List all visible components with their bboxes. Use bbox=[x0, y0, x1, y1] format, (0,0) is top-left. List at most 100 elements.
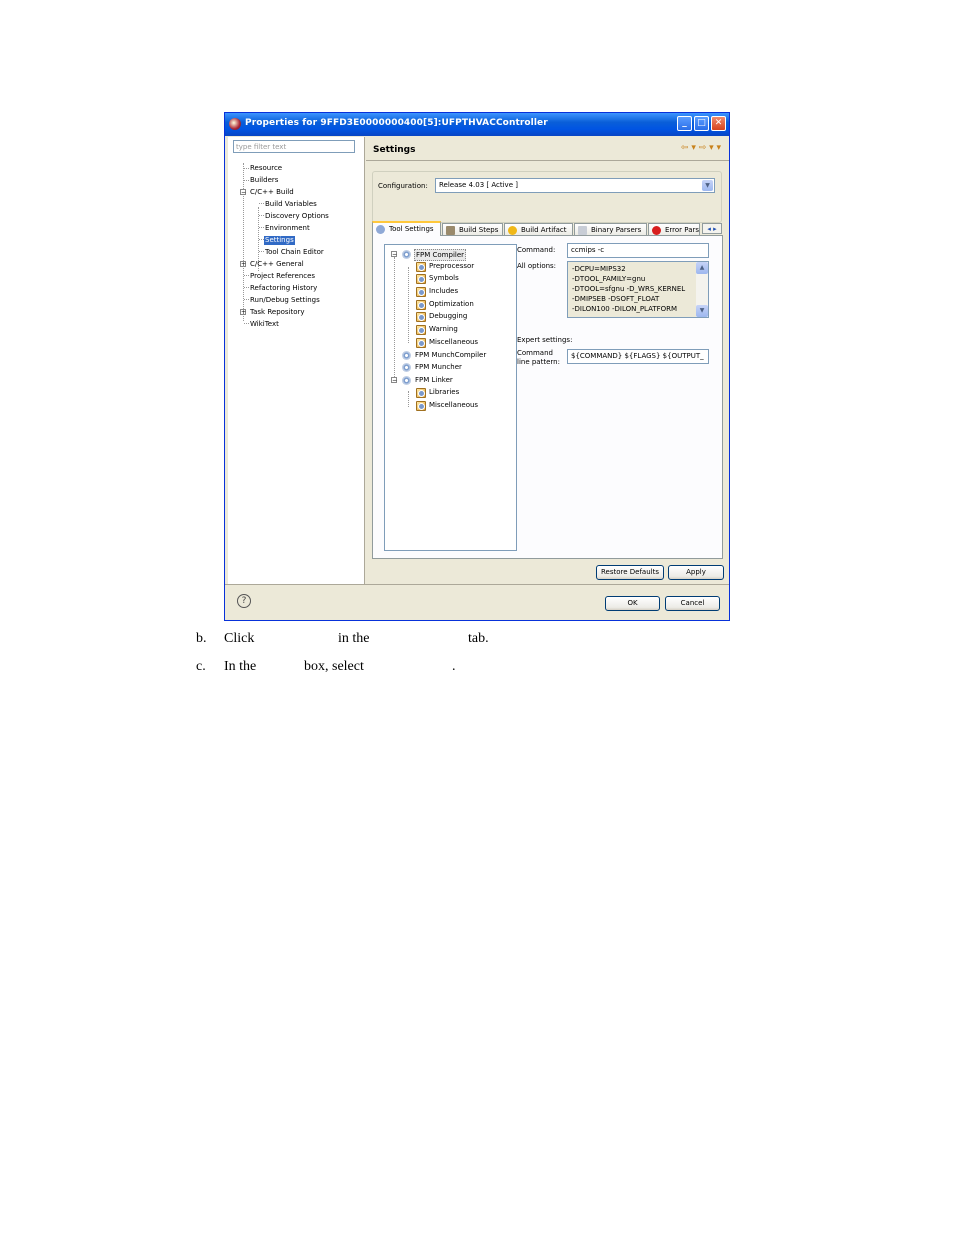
title-bar[interactable]: Properties for 9FFD3E0000000400[5]:UFPTH… bbox=[225, 113, 729, 136]
tree-node-optimization[interactable]: Optimization bbox=[429, 299, 474, 309]
all-options-label: All options: bbox=[517, 262, 557, 270]
tree-node-libraries[interactable]: Libraries bbox=[429, 387, 459, 397]
sidebar-item-environment[interactable]: Environment bbox=[265, 224, 310, 233]
tab-label: Tool Settings bbox=[389, 225, 434, 233]
tree-node-fpm-munchcompiler[interactable]: FPM MunchCompiler bbox=[415, 350, 486, 360]
sidebar-item-discovery-options[interactable]: Discovery Options bbox=[265, 212, 329, 221]
trophy-icon bbox=[508, 226, 517, 235]
step-b-text: in the bbox=[338, 631, 370, 646]
sidebar-item-task-repository[interactable]: Task Repository bbox=[250, 308, 305, 317]
option-line: -DMIPSEB -DSOFT_FLOAT bbox=[572, 295, 660, 303]
tab-label: Build Steps bbox=[459, 226, 499, 234]
sidebar-item-run-debug-settings[interactable]: Run/Debug Settings bbox=[250, 296, 320, 305]
sidebar-item-builders[interactable]: Builders bbox=[250, 176, 278, 185]
tree-node-miscellaneous[interactable]: Miscellaneous bbox=[429, 337, 478, 347]
tab-strip: Tool Settings Build Steps Build Artifact… bbox=[372, 221, 722, 236]
tab-build-artifact[interactable]: Build Artifact bbox=[504, 223, 573, 235]
step-b-text: Click bbox=[224, 631, 255, 646]
expert-settings-label: Expert settings: bbox=[517, 336, 573, 344]
option-line: -DTOOL_FAMILY=gnu bbox=[572, 275, 646, 283]
tab-scroll-arrows[interactable]: ◂ ▸ bbox=[702, 223, 722, 234]
option-category-icon bbox=[416, 312, 426, 322]
page-title: Settings bbox=[373, 145, 416, 155]
tab-error-parsers[interactable]: Error Parsers bbox=[648, 223, 700, 235]
scroll-down-icon[interactable]: ▼ bbox=[696, 305, 708, 317]
collapse-icon[interactable]: − bbox=[391, 251, 397, 258]
restore-defaults-button[interactable]: Restore Defaults bbox=[596, 565, 664, 580]
configuration-value: Release 4.03 [ Active ] bbox=[439, 181, 518, 189]
sidebar-item-tool-chain-editor[interactable]: Tool Chain Editor bbox=[265, 248, 324, 257]
gear-icon bbox=[402, 351, 411, 360]
sidebar-item-build-variables[interactable]: Build Variables bbox=[265, 200, 317, 209]
filter-input[interactable]: type filter text bbox=[233, 140, 355, 153]
collapse-icon[interactable]: − bbox=[240, 189, 246, 196]
hammer-icon bbox=[446, 226, 455, 235]
command-field[interactable]: ccmips -c bbox=[567, 243, 709, 258]
sidebar-item-refactoring-history[interactable]: Refactoring History bbox=[250, 284, 317, 293]
minimize-button[interactable]: _ bbox=[677, 116, 692, 131]
sidebar-item-project-references[interactable]: Project References bbox=[250, 272, 315, 281]
cancel-button[interactable]: Cancel bbox=[665, 596, 720, 611]
gear-icon bbox=[402, 250, 411, 259]
option-category-icon bbox=[416, 300, 426, 310]
tree-node-includes[interactable]: Includes bbox=[429, 286, 458, 296]
configuration-select[interactable]: Release 4.03 [ Active ] ▼ bbox=[435, 178, 715, 193]
all-options-field[interactable]: -DCPU=MIPS32 -DTOOL_FAMILY=gnu -DTOOL=sf… bbox=[567, 261, 709, 318]
eclipse-icon bbox=[229, 118, 241, 130]
gear-icon bbox=[376, 225, 385, 234]
tree-node-fpm-muncher[interactable]: FPM Muncher bbox=[415, 362, 462, 372]
apply-button[interactable]: Apply bbox=[668, 565, 724, 580]
collapse-icon[interactable]: − bbox=[391, 377, 397, 384]
maximize-button[interactable]: □ bbox=[694, 116, 709, 131]
options-scrollbar[interactable]: ▲ ▼ bbox=[696, 262, 708, 317]
properties-dialog: Properties for 9FFD3E0000000400[5]:UFPTH… bbox=[224, 112, 730, 621]
configuration-label: Configuration: bbox=[378, 182, 428, 190]
binary-icon bbox=[578, 226, 587, 235]
sidebar: type filter text Resource Builders − C/C… bbox=[228, 137, 365, 584]
tab-binary-parsers[interactable]: Binary Parsers bbox=[574, 223, 647, 235]
error-icon bbox=[652, 226, 661, 235]
ok-button[interactable]: OK bbox=[605, 596, 660, 611]
tool-tree: − FPM Compiler Preprocessor Symbols Incl… bbox=[384, 244, 517, 551]
option-category-icon bbox=[416, 274, 426, 284]
expand-icon[interactable]: + bbox=[240, 309, 246, 316]
step-c-text: . bbox=[452, 659, 456, 674]
option-line: -DTOOL=sfgnu -D_WRS_KERNEL bbox=[572, 285, 686, 293]
tab-tool-settings[interactable]: Tool Settings bbox=[372, 221, 441, 236]
tab-build-steps[interactable]: Build Steps bbox=[442, 223, 503, 235]
sidebar-item-cpp-build[interactable]: C/C++ Build bbox=[250, 188, 294, 197]
tree-node-linker-miscellaneous[interactable]: Miscellaneous bbox=[429, 400, 478, 410]
gear-icon bbox=[402, 376, 411, 385]
sidebar-item-resource[interactable]: Resource bbox=[250, 164, 282, 173]
tree-node-warning[interactable]: Warning bbox=[429, 324, 458, 334]
tool-settings-panel: − FPM Compiler Preprocessor Symbols Incl… bbox=[372, 235, 723, 559]
scroll-up-icon[interactable]: ▲ bbox=[696, 262, 708, 274]
option-line: -DILON100 -DILON_PLATFORM bbox=[572, 305, 678, 313]
sidebar-item-wikitext[interactable]: WikiText bbox=[250, 320, 279, 329]
tree-node-debugging[interactable]: Debugging bbox=[429, 311, 467, 321]
option-category-icon bbox=[416, 388, 426, 398]
option-category-icon bbox=[416, 262, 426, 272]
tree-node-fpm-compiler[interactable]: FPM Compiler bbox=[414, 249, 467, 261]
tree-node-preprocessor[interactable]: Preprocessor bbox=[429, 261, 474, 271]
option-line: -DCPU=MIPS32 bbox=[572, 265, 626, 273]
step-c-marker: c. bbox=[196, 659, 206, 674]
close-button[interactable]: ✕ bbox=[711, 116, 726, 131]
chevron-down-icon[interactable]: ▼ bbox=[702, 180, 713, 191]
command-line-pattern-field[interactable]: ${COMMAND} ${FLAGS} ${OUTPUT_ bbox=[567, 349, 709, 364]
dialog-button-bar: ? OK Cancel bbox=[225, 584, 729, 620]
window-title: Properties for 9FFD3E0000000400[5]:UFPTH… bbox=[245, 118, 548, 128]
option-category-icon bbox=[416, 401, 426, 411]
tree-node-symbols[interactable]: Symbols bbox=[429, 273, 459, 283]
tree-node-fpm-linker[interactable]: FPM Linker bbox=[415, 375, 453, 385]
expand-icon[interactable]: + bbox=[240, 261, 246, 268]
command-line-pattern-label: Command bbox=[517, 349, 553, 357]
command-label: Command: bbox=[517, 246, 556, 254]
sidebar-item-cpp-general[interactable]: C/C++ General bbox=[250, 260, 304, 269]
history-nav-icons[interactable]: ⇦ ▾ ⇨ ▾ ▾ bbox=[681, 143, 721, 153]
help-icon[interactable]: ? bbox=[237, 594, 251, 608]
step-c-text: box, select bbox=[304, 659, 364, 674]
step-c-text: In the bbox=[224, 659, 257, 674]
step-b-marker: b. bbox=[196, 631, 207, 646]
sidebar-item-settings[interactable]: Settings bbox=[264, 236, 295, 245]
